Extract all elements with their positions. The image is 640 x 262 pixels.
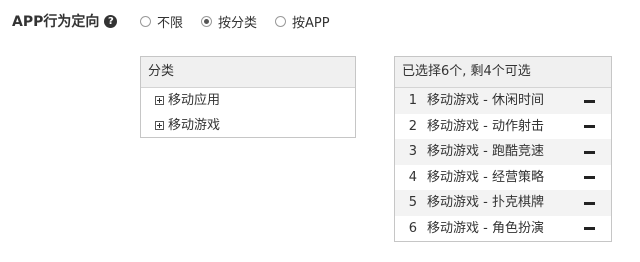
- selected-item-label: 移动游戏 - 角色扮演: [427, 220, 544, 236]
- expand-plus-icon[interactable]: [155, 121, 164, 130]
- radio-label-unlimited: 不限: [157, 15, 184, 31]
- radio-option-unlimited[interactable]: 不限: [140, 12, 183, 31]
- radio-unlimited[interactable]: [140, 15, 151, 27]
- category-panel: 分类 移动应用 移动游戏: [140, 56, 356, 138]
- app-targeting-label-group: APP行为定向 ?: [12, 12, 118, 30]
- selected-item-index: 1: [408, 93, 417, 108]
- remove-minus-icon[interactable]: [584, 227, 595, 231]
- selected-item-label: 移动游戏 - 休闲时间: [427, 93, 544, 108]
- app-targeting-label: APP行为定向: [12, 14, 100, 30]
- remove-minus-icon[interactable]: [584, 176, 595, 180]
- targeting-mode-radio-group: 不限 按分类 按APP: [140, 12, 348, 31]
- radio-by-category[interactable]: [201, 15, 213, 27]
- selected-item: 5 移动游戏 - 扑克棋牌: [395, 190, 611, 216]
- selected-item-index: 6: [408, 220, 417, 236]
- remove-minus-icon[interactable]: [584, 125, 595, 129]
- selected-item-label: 移动游戏 - 经营策略: [427, 169, 544, 185]
- radio-option-by-category[interactable]: 按分类: [201, 12, 257, 31]
- radio-label-by-app: 按APP: [292, 15, 330, 31]
- selected-item-index: 3: [408, 144, 417, 159]
- selected-panel: 已选择6个, 剩4个可选 1 移动游戏 - 休闲时间 2 移动游戏 - 动作射击…: [394, 56, 612, 242]
- remove-minus-icon[interactable]: [584, 99, 595, 103]
- tree-item-mobile-games[interactable]: 移动游戏: [141, 113, 355, 138]
- selected-item-index: 5: [408, 195, 417, 210]
- selected-item: 1 移动游戏 - 休闲时间: [395, 88, 611, 114]
- selected-item-index: 4: [408, 169, 417, 185]
- radio-by-app[interactable]: [275, 15, 287, 27]
- remove-minus-icon[interactable]: [584, 201, 595, 205]
- selected-item: 4 移动游戏 - 经营策略: [395, 164, 611, 190]
- selected-item-label: 移动游戏 - 跑酷竞速: [427, 144, 544, 159]
- selected-list: 1 移动游戏 - 休闲时间 2 移动游戏 - 动作射击 3 移动游戏 - 跑酷竞…: [395, 88, 611, 241]
- remove-minus-icon[interactable]: [584, 150, 595, 154]
- category-panel-title: 分类: [141, 57, 355, 88]
- help-icon[interactable]: ?: [104, 14, 118, 28]
- selected-item: 6 移动游戏 - 角色扮演: [395, 215, 611, 241]
- selected-item: 2 移动游戏 - 动作射击: [395, 113, 611, 139]
- selected-item-index: 2: [408, 118, 417, 134]
- tree-item-label: 移动游戏: [168, 118, 221, 133]
- radio-label-by-category: 按分类: [218, 15, 258, 31]
- selected-panel-title: 已选择6个, 剩4个可选: [395, 57, 611, 88]
- tree-item-label: 移动应用: [168, 93, 221, 108]
- selected-item-label: 移动游戏 - 动作射击: [427, 118, 544, 134]
- selected-item: 3 移动游戏 - 跑酷竞速: [395, 139, 611, 165]
- tree-item-mobile-apps[interactable]: 移动应用: [141, 88, 355, 113]
- radio-option-by-app[interactable]: 按APP: [275, 12, 330, 31]
- expand-plus-icon[interactable]: [155, 96, 164, 105]
- selected-item-label: 移动游戏 - 扑克棋牌: [427, 195, 544, 210]
